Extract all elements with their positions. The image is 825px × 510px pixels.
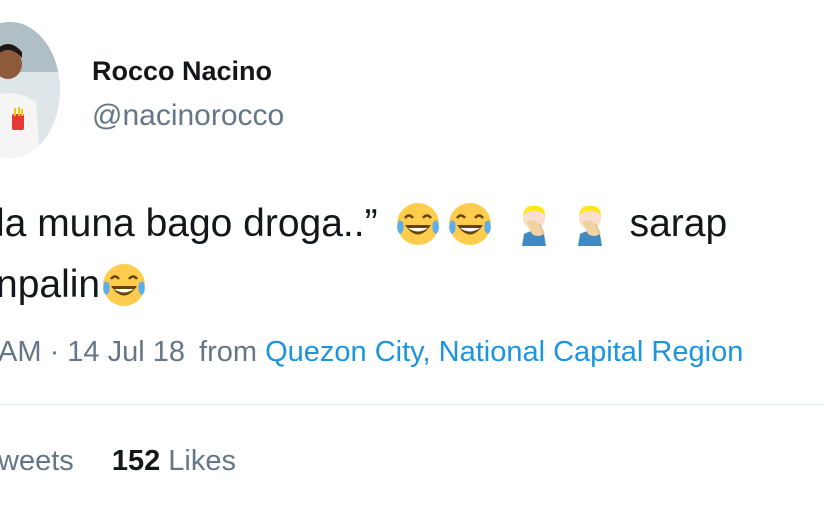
meta-separator: · <box>49 336 68 368</box>
tweet-metadata: AM · 14 Jul 18 from Quezon City, Nationa… <box>0 334 743 370</box>
from-label: from <box>199 336 258 368</box>
tweet-date[interactable]: 14 Jul 18 <box>67 336 185 368</box>
likes-count[interactable]: 152 <box>112 445 160 477</box>
tears-of-joy-icon <box>100 261 148 309</box>
tweet-location-link[interactable]: Quezon City, National Capital Region <box>265 336 743 368</box>
tweet-text: sarap <box>629 202 728 245</box>
tweet-text: npalin <box>0 263 101 306</box>
author-handle[interactable]: @nacinorocco <box>92 98 284 134</box>
tweet-text: la muna bago droga..” <box>0 202 378 245</box>
tears-of-joy-icon <box>394 200 442 248</box>
tweet-text-line-2: npalin <box>0 261 148 309</box>
tweet-stats: weets 152 Likes <box>0 443 236 479</box>
author-name[interactable]: Rocco Nacino <box>92 55 272 87</box>
tears-of-joy-icon <box>446 200 494 248</box>
likes-label[interactable]: Likes <box>168 445 236 477</box>
divider <box>0 404 825 405</box>
retweets-label[interactable]: weets <box>0 445 74 477</box>
tweet-card: Rocco Nacino @nacinorocco la muna bago d… <box>0 0 825 510</box>
facepalm-icon <box>566 200 614 248</box>
avatar[interactable] <box>0 22 60 158</box>
tweet-text-line-1: la muna bago droga..” sarap <box>0 200 727 248</box>
tweet-time[interactable]: AM <box>0 336 42 368</box>
facepalm-icon <box>510 200 558 248</box>
